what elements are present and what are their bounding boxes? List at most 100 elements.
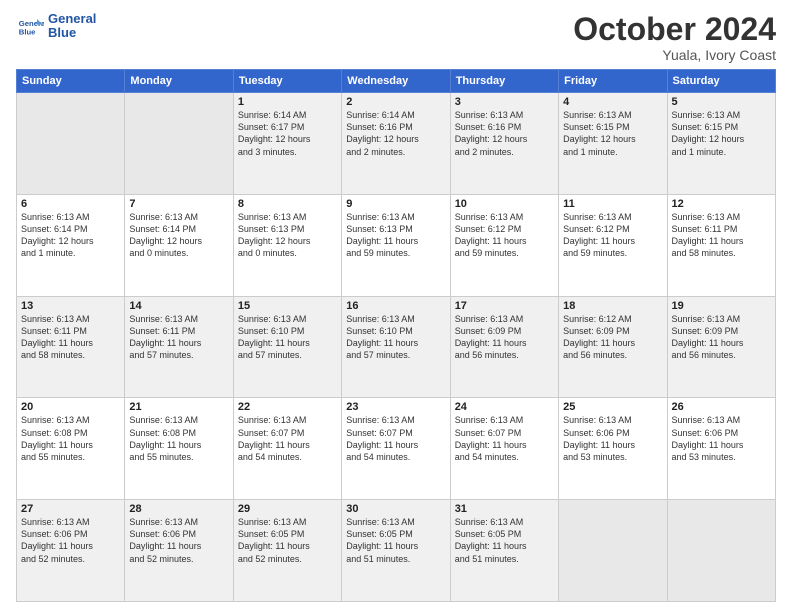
day-info: Sunrise: 6:13 AM Sunset: 6:10 PM Dayligh… <box>346 313 445 362</box>
day-number: 4 <box>563 96 662 108</box>
day-info: Sunrise: 6:13 AM Sunset: 6:09 PM Dayligh… <box>455 313 554 362</box>
day-number: 24 <box>455 401 554 413</box>
day-number: 19 <box>672 300 771 312</box>
calendar-cell: 13Sunrise: 6:13 AM Sunset: 6:11 PM Dayli… <box>17 296 125 398</box>
calendar-cell: 14Sunrise: 6:13 AM Sunset: 6:11 PM Dayli… <box>125 296 233 398</box>
day-info: Sunrise: 6:13 AM Sunset: 6:12 PM Dayligh… <box>455 211 554 260</box>
day-info: Sunrise: 6:13 AM Sunset: 6:07 PM Dayligh… <box>455 414 554 463</box>
day-info: Sunrise: 6:13 AM Sunset: 6:05 PM Dayligh… <box>346 516 445 565</box>
day-number: 7 <box>129 198 228 210</box>
calendar-cell: 26Sunrise: 6:13 AM Sunset: 6:06 PM Dayli… <box>667 398 775 500</box>
week-row-2: 13Sunrise: 6:13 AM Sunset: 6:11 PM Dayli… <box>17 296 776 398</box>
day-info: Sunrise: 6:13 AM Sunset: 6:06 PM Dayligh… <box>129 516 228 565</box>
day-info: Sunrise: 6:12 AM Sunset: 6:09 PM Dayligh… <box>563 313 662 362</box>
day-info: Sunrise: 6:13 AM Sunset: 6:08 PM Dayligh… <box>129 414 228 463</box>
calendar-cell: 29Sunrise: 6:13 AM Sunset: 6:05 PM Dayli… <box>233 500 341 602</box>
day-number: 12 <box>672 198 771 210</box>
day-info: Sunrise: 6:13 AM Sunset: 6:11 PM Dayligh… <box>129 313 228 362</box>
page-header: General Blue General Blue October 2024 Y… <box>16 12 776 63</box>
day-info: Sunrise: 6:13 AM Sunset: 6:15 PM Dayligh… <box>672 109 771 158</box>
calendar-cell <box>667 500 775 602</box>
week-row-4: 27Sunrise: 6:13 AM Sunset: 6:06 PM Dayli… <box>17 500 776 602</box>
weekday-header-monday: Monday <box>125 70 233 93</box>
day-info: Sunrise: 6:13 AM Sunset: 6:06 PM Dayligh… <box>672 414 771 463</box>
day-info: Sunrise: 6:13 AM Sunset: 6:11 PM Dayligh… <box>672 211 771 260</box>
calendar-cell <box>17 93 125 195</box>
weekday-header-tuesday: Tuesday <box>233 70 341 93</box>
week-row-0: 1Sunrise: 6:14 AM Sunset: 6:17 PM Daylig… <box>17 93 776 195</box>
weekday-header-row: SundayMondayTuesdayWednesdayThursdayFrid… <box>17 70 776 93</box>
day-info: Sunrise: 6:13 AM Sunset: 6:11 PM Dayligh… <box>21 313 120 362</box>
calendar-cell: 9Sunrise: 6:13 AM Sunset: 6:13 PM Daylig… <box>342 194 450 296</box>
day-info: Sunrise: 6:13 AM Sunset: 6:10 PM Dayligh… <box>238 313 337 362</box>
day-number: 2 <box>346 96 445 108</box>
day-info: Sunrise: 6:13 AM Sunset: 6:13 PM Dayligh… <box>346 211 445 260</box>
day-number: 22 <box>238 401 337 413</box>
day-number: 16 <box>346 300 445 312</box>
day-number: 11 <box>563 198 662 210</box>
day-number: 8 <box>238 198 337 210</box>
calendar-cell: 24Sunrise: 6:13 AM Sunset: 6:07 PM Dayli… <box>450 398 558 500</box>
day-number: 23 <box>346 401 445 413</box>
weekday-header-sunday: Sunday <box>17 70 125 93</box>
calendar-cell: 22Sunrise: 6:13 AM Sunset: 6:07 PM Dayli… <box>233 398 341 500</box>
day-number: 1 <box>238 96 337 108</box>
day-number: 10 <box>455 198 554 210</box>
calendar-table: SundayMondayTuesdayWednesdayThursdayFrid… <box>16 69 776 602</box>
day-info: Sunrise: 6:13 AM Sunset: 6:06 PM Dayligh… <box>21 516 120 565</box>
calendar-cell: 4Sunrise: 6:13 AM Sunset: 6:15 PM Daylig… <box>559 93 667 195</box>
day-info: Sunrise: 6:13 AM Sunset: 6:08 PM Dayligh… <box>21 414 120 463</box>
day-info: Sunrise: 6:13 AM Sunset: 6:07 PM Dayligh… <box>346 414 445 463</box>
day-number: 17 <box>455 300 554 312</box>
calendar-cell: 31Sunrise: 6:13 AM Sunset: 6:05 PM Dayli… <box>450 500 558 602</box>
day-number: 20 <box>21 401 120 413</box>
day-info: Sunrise: 6:13 AM Sunset: 6:07 PM Dayligh… <box>238 414 337 463</box>
title-block: October 2024 Yuala, Ivory Coast <box>573 12 776 63</box>
calendar-cell: 21Sunrise: 6:13 AM Sunset: 6:08 PM Dayli… <box>125 398 233 500</box>
calendar-cell: 6Sunrise: 6:13 AM Sunset: 6:14 PM Daylig… <box>17 194 125 296</box>
calendar-cell: 19Sunrise: 6:13 AM Sunset: 6:09 PM Dayli… <box>667 296 775 398</box>
calendar-cell: 30Sunrise: 6:13 AM Sunset: 6:05 PM Dayli… <box>342 500 450 602</box>
month-title: October 2024 <box>573 12 776 47</box>
location-subtitle: Yuala, Ivory Coast <box>573 47 776 63</box>
calendar-cell: 11Sunrise: 6:13 AM Sunset: 6:12 PM Dayli… <box>559 194 667 296</box>
calendar-cell <box>125 93 233 195</box>
day-info: Sunrise: 6:13 AM Sunset: 6:06 PM Dayligh… <box>563 414 662 463</box>
day-info: Sunrise: 6:13 AM Sunset: 6:09 PM Dayligh… <box>672 313 771 362</box>
day-number: 9 <box>346 198 445 210</box>
weekday-header-thursday: Thursday <box>450 70 558 93</box>
day-number: 5 <box>672 96 771 108</box>
week-row-3: 20Sunrise: 6:13 AM Sunset: 6:08 PM Dayli… <box>17 398 776 500</box>
day-number: 3 <box>455 96 554 108</box>
day-number: 6 <box>21 198 120 210</box>
calendar-cell: 12Sunrise: 6:13 AM Sunset: 6:11 PM Dayli… <box>667 194 775 296</box>
day-info: Sunrise: 6:13 AM Sunset: 6:05 PM Dayligh… <box>238 516 337 565</box>
day-info: Sunrise: 6:13 AM Sunset: 6:14 PM Dayligh… <box>129 211 228 260</box>
weekday-header-wednesday: Wednesday <box>342 70 450 93</box>
calendar-cell: 20Sunrise: 6:13 AM Sunset: 6:08 PM Dayli… <box>17 398 125 500</box>
weekday-header-friday: Friday <box>559 70 667 93</box>
day-number: 21 <box>129 401 228 413</box>
svg-text:Blue: Blue <box>19 28 36 37</box>
logo-icon: General Blue <box>16 12 44 40</box>
calendar-cell: 25Sunrise: 6:13 AM Sunset: 6:06 PM Dayli… <box>559 398 667 500</box>
calendar-cell: 27Sunrise: 6:13 AM Sunset: 6:06 PM Dayli… <box>17 500 125 602</box>
day-number: 27 <box>21 503 120 515</box>
day-info: Sunrise: 6:13 AM Sunset: 6:15 PM Dayligh… <box>563 109 662 158</box>
calendar-cell: 16Sunrise: 6:13 AM Sunset: 6:10 PM Dayli… <box>342 296 450 398</box>
calendar-cell: 2Sunrise: 6:14 AM Sunset: 6:16 PM Daylig… <box>342 93 450 195</box>
week-row-1: 6 Sunrise: 6:13 AM Sunset: 6:14 PM Daylig… <box>17 194 776 296</box>
day-number: 31 <box>455 503 554 515</box>
logo: General Blue General Blue <box>16 12 96 41</box>
day-info: Sunrise: 6:14 AM Sunset: 6:17 PM Dayligh… <box>238 109 337 158</box>
calendar-cell: 1Sunrise: 6:14 AM Sunset: 6:17 PM Daylig… <box>233 93 341 195</box>
weekday-header-saturday: Saturday <box>667 70 775 93</box>
day-number: 29 <box>238 503 337 515</box>
calendar-cell: 5Sunrise: 6:13 AM Sunset: 6:15 PM Daylig… <box>667 93 775 195</box>
calendar-cell: 18Sunrise: 6:12 AM Sunset: 6:09 PM Dayli… <box>559 296 667 398</box>
day-info: Sunrise: 6:13 AM Sunset: 6:16 PM Dayligh… <box>455 109 554 158</box>
calendar-cell: 23Sunrise: 6:13 AM Sunset: 6:07 PM Dayli… <box>342 398 450 500</box>
logo-line1: General <box>48 12 96 26</box>
day-info: Sunrise: 6:13 AM Sunset: 6:05 PM Dayligh… <box>455 516 554 565</box>
calendar-cell: 17Sunrise: 6:13 AM Sunset: 6:09 PM Dayli… <box>450 296 558 398</box>
